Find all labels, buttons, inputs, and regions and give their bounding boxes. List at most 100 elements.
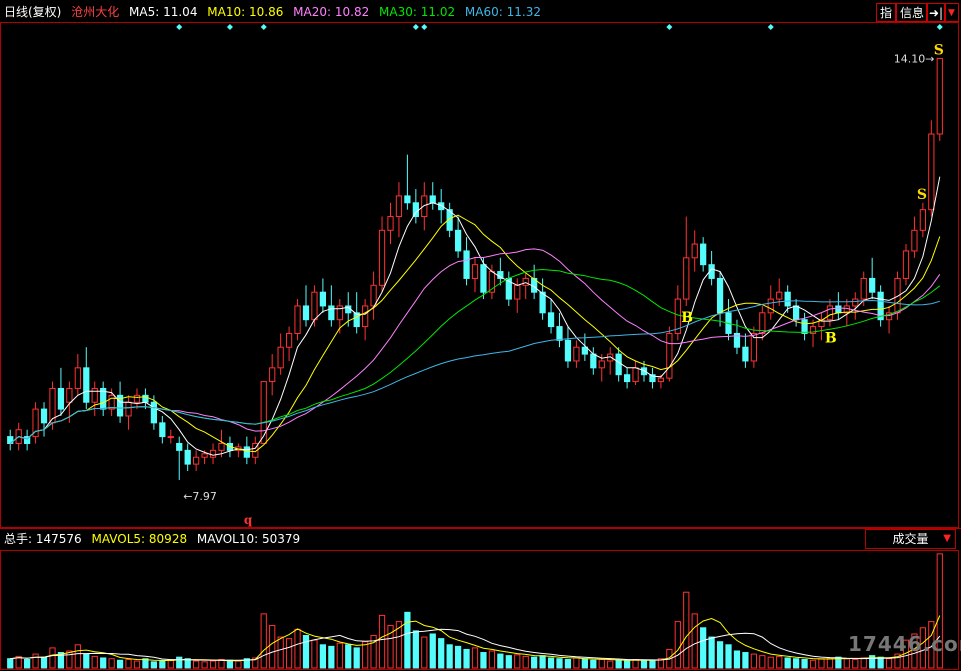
candle-up (133, 394, 141, 403)
candle-up (514, 284, 521, 300)
ma5-line (9, 176, 941, 456)
candle-up (362, 305, 369, 328)
volume-bar-down (497, 653, 504, 669)
sell-signal: S (917, 187, 927, 203)
volume-bar-down (733, 650, 741, 669)
volume-bar-up (767, 656, 774, 669)
volume-bar-down (328, 645, 335, 669)
candle-down (40, 408, 48, 424)
signal-diamond-marker (421, 24, 428, 30)
candle-down (784, 291, 791, 307)
candle-up (919, 209, 926, 231)
ma10-line (9, 214, 941, 453)
candle-down (328, 305, 335, 321)
volume-bar-up (277, 636, 284, 669)
candle-up (826, 305, 834, 321)
candle-up (691, 243, 698, 259)
volume-bar-up (74, 644, 81, 669)
volume-bar-down (463, 648, 470, 669)
volume-bar-up (125, 658, 132, 669)
volume-bar-down (176, 656, 183, 669)
volume-bar-up (522, 655, 529, 669)
volume-bar-up (514, 654, 521, 669)
signal-diamond-marker (767, 24, 774, 30)
candle-down (742, 346, 749, 362)
signal-diamond-marker (936, 24, 943, 30)
candle-up (285, 332, 293, 348)
volume-bar-up (750, 653, 757, 669)
candle-up (218, 442, 225, 451)
candle-down (716, 277, 724, 314)
candle-up (767, 298, 774, 314)
volume-bar-up (49, 647, 56, 669)
candle-down (150, 401, 158, 424)
candle-down (176, 442, 183, 451)
candle-up (683, 257, 690, 300)
signal-diamond-marker (176, 24, 183, 30)
volume-bar-down (531, 656, 538, 669)
candle-up (311, 291, 318, 321)
volume-bar-down (159, 660, 166, 669)
candle-down (835, 305, 842, 314)
info-button[interactable]: 信息 (896, 3, 929, 22)
volume-bar-up (598, 658, 605, 669)
candle-up (936, 57, 943, 135)
candle-down (184, 449, 191, 465)
mavol10-label: MAVOL10: 50379 (196, 532, 301, 546)
ma5-label: MA5: 11.04 (129, 5, 198, 19)
volume-bar-up (573, 657, 580, 669)
kline-chart-window: ←7.97 14.10→ B B S Sq 日线(复权) 沧州大化 MA5: 11.04 … (0, 0, 961, 671)
volume-bar-down (345, 644, 352, 669)
volume-bar-up (133, 660, 141, 669)
volume-bar-down (429, 633, 436, 669)
volume-bar-up (311, 639, 318, 669)
volume-bar-up (167, 659, 174, 669)
ma60-label: MA60: 11.32 (464, 5, 541, 19)
candle-up (370, 284, 377, 307)
volume-bar-up (421, 636, 428, 669)
candle-up (573, 346, 580, 362)
volume-bar-up (260, 613, 267, 669)
volume-bar-up (193, 660, 200, 669)
indicator-selector-label: 成交量 (892, 532, 929, 546)
volume-bar-down (547, 657, 555, 669)
candle-up (387, 216, 394, 231)
menu-triangle-icon[interactable]: ▼ (944, 3, 959, 22)
candle-up (260, 381, 267, 444)
volume-legend: 总手: 147576 MAVOL5: 80928 MAVOL10: 50379 (4, 530, 306, 548)
volume-bar-down (742, 652, 749, 669)
candle-down (319, 291, 327, 307)
mavol5-label: MAVOL5: 80928 (91, 532, 188, 546)
candle-down (869, 277, 876, 293)
candle-up (632, 367, 639, 383)
signal-diamond-marker (260, 24, 267, 30)
volume-bar-down (725, 644, 732, 669)
candle-up (167, 436, 174, 439)
volume-bar-up (843, 658, 850, 669)
signal-diamond-marker (666, 24, 673, 30)
candle-down (615, 353, 622, 376)
volume-bar-down (438, 638, 445, 669)
volume-bar-up (809, 659, 817, 669)
indicator-selector[interactable]: 成交量 ▼ (865, 529, 956, 549)
volume-bar-up (471, 647, 479, 669)
triangle-down-icon: ▼ (943, 533, 951, 544)
volume-bar-down (716, 641, 724, 669)
chart-canvas[interactable]: ←7.97 14.10→ B B S Sq (0, 0, 961, 671)
candle-down (792, 305, 800, 321)
candle-up (776, 291, 783, 300)
volume-bar-down (412, 630, 419, 669)
price-pane-border (0, 22, 959, 528)
volume-bar-down (40, 656, 48, 669)
index-button[interactable]: 指 (876, 3, 897, 22)
candle-down (480, 264, 487, 293)
main-legend: 日线(复权) 沧州大化 MA5: 11.04 MA10: 10.86 MA20:… (4, 3, 547, 21)
high-price-label: 14.10→ (894, 52, 935, 65)
volume-bar-up (336, 642, 343, 669)
exit-arrow-icon[interactable]: ➜| (926, 3, 946, 22)
volume-bar-up (66, 650, 73, 669)
candle-down (700, 243, 707, 266)
volume-bar-up (759, 655, 766, 669)
stock-name: 沧州大化 (71, 5, 120, 19)
ma60-line (9, 299, 940, 444)
